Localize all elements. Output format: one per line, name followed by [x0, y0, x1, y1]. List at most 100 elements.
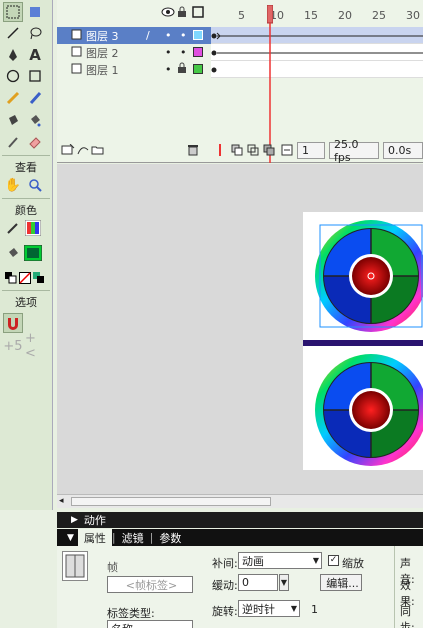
- eraser-icon[interactable]: [25, 132, 45, 152]
- fill-color-icon[interactable]: [3, 243, 23, 263]
- frame-row[interactable]: [211, 44, 423, 61]
- add-folder-icon[interactable]: [91, 144, 105, 159]
- eyedropper-icon[interactable]: [3, 132, 23, 152]
- layer-name[interactable]: 图层 3: [86, 28, 119, 44]
- modify-markers-icon[interactable]: [281, 144, 293, 159]
- zoom-tool-icon[interactable]: [25, 175, 45, 195]
- layer-outline-color[interactable]: [193, 47, 203, 57]
- layer-name[interactable]: 图层 1: [86, 62, 119, 78]
- visibility-dot[interactable]: •: [165, 29, 172, 42]
- layer-row-2[interactable]: 图层 2 • •: [57, 44, 211, 61]
- stage-area[interactable]: ◂: [57, 164, 423, 508]
- dropdown-arrow-icon[interactable]: ▼: [313, 556, 319, 565]
- scale-checkbox[interactable]: ✓: [328, 555, 339, 566]
- tab-filters[interactable]: 滤镜: [116, 529, 150, 546]
- fill-color-swatch[interactable]: [23, 243, 43, 263]
- lasso-tool-icon[interactable]: [25, 23, 45, 43]
- stroke-color-icon[interactable]: [3, 218, 23, 238]
- options-section-label: 选项: [15, 296, 37, 309]
- paint-bucket-icon[interactable]: [25, 110, 45, 130]
- trash-icon[interactable]: [187, 144, 199, 159]
- onion-outlines-icon[interactable]: [247, 144, 259, 159]
- rotate-times-field[interactable]: 1: [311, 603, 318, 616]
- tools-separator: [2, 198, 50, 199]
- collapse-arrow-icon[interactable]: ▼: [67, 533, 74, 543]
- tween-select[interactable]: 动画 ▼: [238, 552, 322, 569]
- properties-panel: ▼ 属性 | 滤镜 | 参数 帧 <帧标签> 标签类型: 名称 补间: 动画 ▼…: [57, 529, 423, 628]
- flash-editor-window: A 查看 ✋ 颜色 选项 +5 +< 5 10 15 20 25 30 图层 3…: [0, 0, 423, 628]
- properties-tabs: ▼ 属性 | 滤镜 | 参数: [57, 529, 423, 546]
- pencil-edit-icon: /: [146, 29, 150, 42]
- frame-row[interactable]: [211, 27, 423, 44]
- subselection-tool-icon[interactable]: [25, 2, 45, 22]
- edit-ease-button[interactable]: 编辑...: [320, 574, 362, 591]
- magnet-snap-icon[interactable]: [3, 313, 23, 333]
- stroke-color-swatch[interactable]: [23, 218, 43, 238]
- edit-multiple-frames-icon[interactable]: [263, 144, 275, 159]
- selection-tool-icon[interactable]: [3, 2, 23, 22]
- stage-canvas[interactable]: [303, 212, 423, 470]
- color-wheel-top[interactable]: [315, 220, 423, 332]
- pencil-tool-icon[interactable]: [3, 88, 23, 108]
- expand-arrow-icon[interactable]: ▶: [71, 515, 78, 525]
- color-wheel-bottom[interactable]: [315, 354, 423, 466]
- visibility-dot[interactable]: •: [165, 63, 172, 76]
- line-tool-icon[interactable]: [3, 23, 23, 43]
- actions-label[interactable]: 动作: [84, 512, 106, 528]
- layer-outline-color[interactable]: [193, 64, 203, 74]
- ink-bottle-icon[interactable]: [3, 110, 23, 130]
- ruler-tick: 15: [304, 9, 318, 22]
- hand-tool-icon[interactable]: ✋: [3, 175, 23, 195]
- scrollbar-thumb[interactable]: [71, 497, 271, 506]
- layer-row-1[interactable]: 图层 1 •: [57, 61, 211, 78]
- ruler-tick: 5: [238, 9, 245, 22]
- ruler-tick: 30: [406, 9, 420, 22]
- layer-icon: [71, 63, 82, 77]
- layer-name[interactable]: 图层 2: [86, 45, 119, 61]
- pen-tool-icon[interactable]: [3, 45, 23, 65]
- rotate-select[interactable]: 逆时针 ▼: [238, 600, 300, 617]
- visibility-dot[interactable]: •: [165, 46, 172, 59]
- straighten-icon: +<: [25, 331, 36, 361]
- frame-name-input[interactable]: <帧标签>: [107, 576, 193, 593]
- tween-label: 补间:: [212, 557, 238, 570]
- lock-icon[interactable]: [177, 62, 187, 77]
- eye-icon[interactable]: [161, 6, 175, 21]
- layer-outline-color[interactable]: [193, 30, 203, 40]
- text-tool-icon[interactable]: A: [25, 45, 45, 65]
- swap-colors-icon[interactable]: [29, 268, 49, 288]
- oval-tool-icon[interactable]: [3, 66, 23, 86]
- purple-bar[interactable]: [303, 340, 423, 346]
- add-layer-icon[interactable]: [61, 143, 75, 159]
- brush-tool-icon[interactable]: [25, 88, 45, 108]
- playhead[interactable]: [266, 4, 274, 163]
- elapsed-time-field[interactable]: 0.0s: [383, 142, 423, 159]
- lock-icon[interactable]: [177, 6, 187, 21]
- lock-dot[interactable]: •: [180, 46, 187, 59]
- ease-dropdown-icon[interactable]: ▼: [279, 574, 289, 591]
- tools-separator: [2, 155, 50, 156]
- add-guide-layer-icon[interactable]: [76, 144, 90, 159]
- tab-properties[interactable]: 属性: [77, 529, 112, 546]
- horizontal-scrollbar[interactable]: ◂: [57, 494, 423, 508]
- label-type-select[interactable]: 名称: [107, 620, 193, 628]
- rectangle-tool-icon[interactable]: [25, 66, 45, 86]
- timeline-panel: 5 10 15 20 25 30 图层 3 / • • 图层 2 • • 图层 …: [57, 0, 423, 164]
- ease-input[interactable]: 0: [238, 574, 278, 591]
- layer-row-3[interactable]: 图层 3 / • •: [57, 27, 211, 44]
- outline-icon[interactable]: [192, 6, 204, 21]
- ease-label: 缓动:: [212, 579, 238, 592]
- actions-panel-header[interactable]: ▶ 动作: [57, 512, 423, 528]
- frame-row[interactable]: [211, 61, 423, 78]
- center-frame-icon[interactable]: [215, 144, 225, 159]
- dropdown-arrow-icon[interactable]: ▼: [291, 604, 297, 613]
- frames-grid[interactable]: [211, 25, 423, 80]
- scroll-left-icon[interactable]: ◂: [59, 496, 64, 506]
- view-section-label: 查看: [15, 161, 37, 174]
- timeline-header: 5 10 15 20 25 30: [57, 5, 423, 25]
- onion-skin-icon[interactable]: [231, 144, 243, 159]
- tab-parameters[interactable]: 参数: [153, 529, 187, 546]
- current-frame-field[interactable]: 1: [297, 142, 325, 159]
- frame-rate-field[interactable]: 25.0 fps: [329, 138, 379, 164]
- lock-dot[interactable]: •: [180, 29, 187, 42]
